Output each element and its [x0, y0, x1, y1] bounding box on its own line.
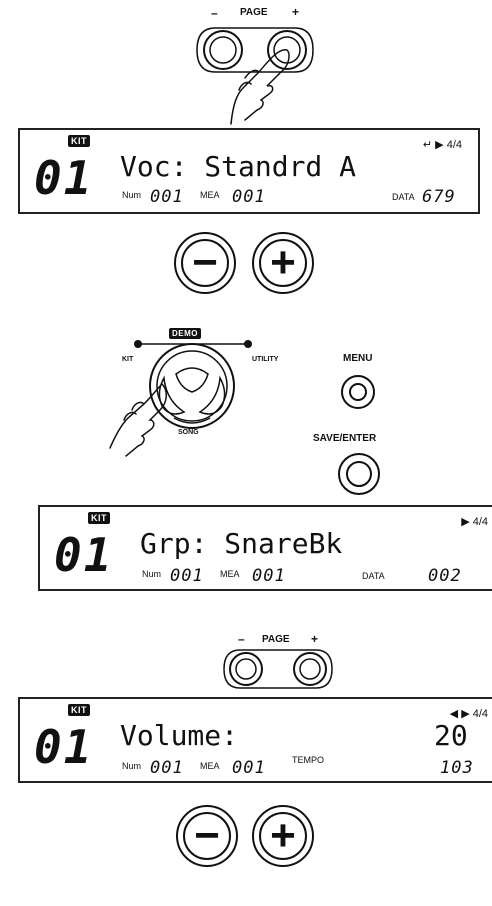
mea-value: 001 — [252, 566, 286, 586]
data-value: 679 — [422, 187, 456, 207]
decrement-button[interactable]: − — [176, 805, 238, 867]
page-buttons-mid: – PAGE + — [218, 632, 338, 692]
lcd-display-voice: KIT ↵ ▶ 4/4 01 Voc: Standrd A Num 001 ME… — [18, 128, 480, 214]
kit-number: 01 — [54, 528, 114, 582]
beat-indicator: ↵ ▶ 4/4 — [422, 139, 462, 151]
increment-button[interactable]: + — [252, 232, 314, 294]
page-minus-button[interactable] — [229, 652, 263, 686]
save-enter-label: SAVE/ENTER — [313, 433, 377, 444]
page-minus-label: – — [238, 632, 245, 646]
increment-button[interactable]: + — [252, 805, 314, 867]
tempo-label: TEMPO — [292, 755, 325, 765]
kit-number: 01 — [34, 151, 94, 205]
page-plus-label: + — [292, 5, 300, 19]
kit-badge: KIT — [88, 512, 110, 524]
mea-label: MEA — [220, 569, 240, 579]
lcd-display-volume: KIT ◀ ▶ 4/4 01 Volume: 20 Num 001 MEA 00… — [18, 697, 492, 783]
minus-icon: − — [194, 811, 220, 860]
menu-button[interactable] — [341, 375, 375, 409]
mea-value: 001 — [232, 758, 266, 778]
lcd-display-group: KIT ▶ 4/4 01 Grp: SnareBk Num 001 MEA 00… — [38, 505, 492, 591]
minus-icon: − — [192, 238, 218, 287]
mea-label: MEA — [200, 761, 220, 771]
plus-icon: + — [270, 811, 296, 860]
kit-badge: KIT — [68, 704, 90, 716]
page-buttons-graphic — [196, 27, 314, 125]
kit-number: 01 — [34, 720, 94, 774]
mode-selector: DEMO KIT UTILITY SONG — [80, 322, 320, 472]
num-value: 001 — [170, 566, 204, 586]
num-value: 001 — [150, 187, 184, 207]
page-buttons-graphic — [223, 649, 333, 689]
beat-indicator: ▶ 4/4 — [461, 516, 488, 528]
volume-value: 20 — [434, 719, 468, 752]
decrement-button[interactable]: − — [174, 232, 236, 294]
kit-badge: KIT — [68, 135, 90, 147]
main-text: Voc: Standrd A — [120, 150, 357, 183]
tempo-value: 103 — [440, 758, 474, 778]
mea-value: 001 — [232, 187, 266, 207]
plus-icon: + — [270, 238, 296, 287]
mode-dial-graphic — [109, 340, 252, 457]
num-label: Num — [122, 190, 142, 200]
menu-label: MENU — [343, 353, 373, 364]
mea-label: MEA — [200, 190, 220, 200]
main-text: Grp: SnareBk — [140, 527, 343, 560]
page-minus-label: – — [211, 6, 218, 20]
save-enter-button[interactable] — [338, 453, 380, 495]
num-label: Num — [142, 569, 162, 579]
page-buttons-top: – PAGE + — [195, 0, 325, 130]
data-value: 002 — [428, 566, 462, 586]
page-plus-label: + — [311, 632, 319, 646]
num-label: Num — [122, 761, 142, 771]
page-label: PAGE — [262, 634, 290, 645]
main-text: Volume: — [120, 719, 239, 752]
page-plus-button[interactable] — [293, 652, 327, 686]
page-label: PAGE — [240, 7, 268, 18]
num-value: 001 — [150, 758, 184, 778]
data-label: DATA — [392, 192, 415, 202]
data-label: DATA — [362, 571, 385, 581]
